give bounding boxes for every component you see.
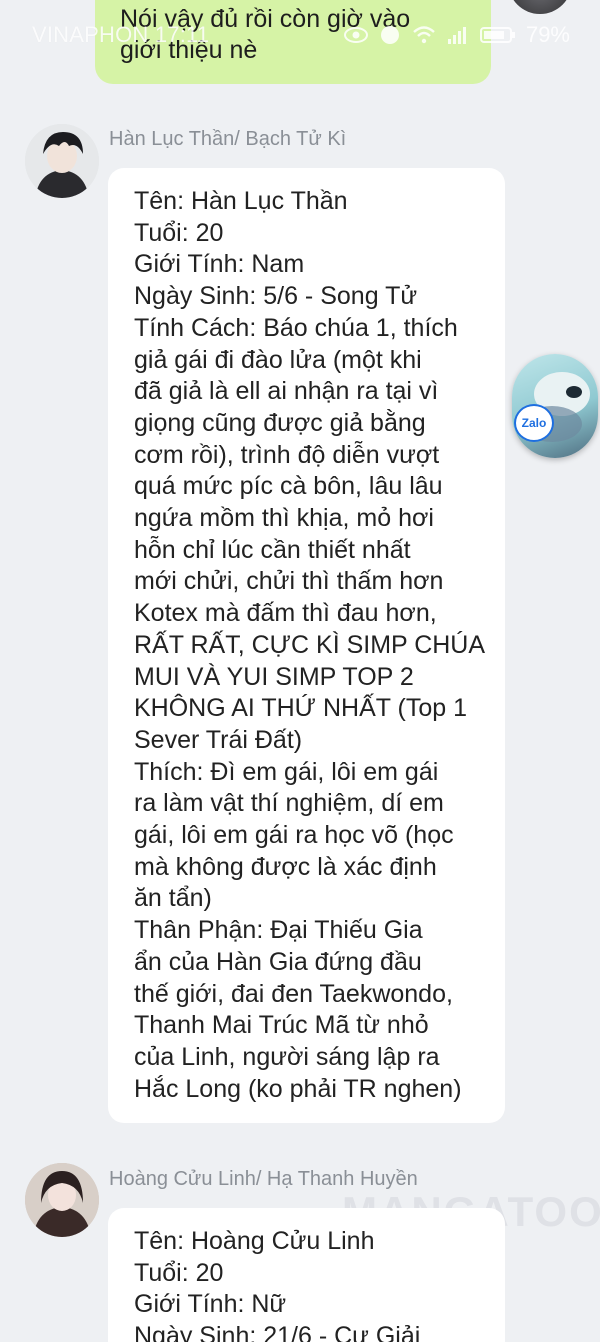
message-line: hỗn chỉ lúc cần thiết nhất (134, 535, 411, 564)
zalo-chat-head[interactable]: Zalo (512, 354, 598, 458)
message-line: Tên: Hàn Lục Thần (134, 187, 348, 215)
message-line: Thanh Mai Trúc Mã từ nhỏ (134, 1011, 429, 1040)
wifi-icon (413, 26, 435, 44)
message-line: gái, lôi em gái ra học võ (học (134, 821, 454, 850)
message-line: cơm rồi), trình độ diễn vượt (134, 440, 440, 469)
zalo-badge: Zalo (514, 404, 554, 442)
battery-icon (479, 27, 515, 43)
message-line: mới chửi, chửi thì thấm hơn (134, 567, 444, 596)
message-line: Giới Tính: Nữ (134, 1290, 287, 1319)
message-line: ra làm vật thí nghiệm, dí em (134, 789, 444, 818)
message-line: mà không được là xác định (134, 852, 437, 881)
message-line: ăn tẩn) (134, 884, 212, 913)
avatar[interactable] (25, 1163, 99, 1237)
messenger-icon (380, 26, 399, 44)
signal-icon (447, 27, 466, 44)
status-icons: 79% (343, 22, 570, 48)
message-line: Tuổi: 20 (134, 218, 224, 247)
avatar-portrait-icon (25, 124, 99, 198)
message-line: Thân Phận: Đại Thiếu Gia (134, 916, 423, 945)
message-line: Thích: Đì em gái, lôi em gái (134, 757, 439, 786)
status-bar: VINAPHON 17:11 79% (0, 18, 600, 54)
message-line: Giới Tính: Nam (134, 250, 305, 279)
message-line: Tuổi: 20 (134, 1258, 224, 1287)
message-line: thế giới, đai đen Taekwondo, (134, 979, 453, 1008)
battery-percent: 79% (525, 22, 570, 47)
message-line: RẤT RẤT, CỰC KÌ SIMP CHÚA (134, 630, 486, 659)
incoming-message-bubble[interactable]: Tên: Hàn Lục Thần Tuổi: 20 Giới Tính: Nam N… (108, 168, 505, 1123)
message-line: ngứa mồm thì khịa, mỏ hơi (134, 504, 434, 533)
message-line: Sever Trái Đất) (134, 725, 303, 754)
message-line: ẩn của Hàn Gia đứng đầu (134, 947, 422, 976)
message-line: đã giả là ell ai nhận ra tại vì (134, 377, 439, 406)
message-line: của Linh, người sáng lập ra (134, 1042, 440, 1071)
chat-screen: Nói vậy đủ rồi còn giờ vào giới thiệu nè… (0, 0, 600, 1342)
message-line: Hắc Long (ko phải TR nghen) (134, 1074, 462, 1103)
avatar[interactable] (25, 124, 99, 198)
message-line: quá mức píc cà bôn, lâu lâu (134, 472, 443, 501)
message-text: Tên: Hoàng Cửu Linh Tuổi: 20 Giới Tính: Nữ… (134, 1226, 495, 1342)
sender-name: Hàn Lục Thần/ Bạch Tử Kì (109, 128, 347, 150)
message-line: giả gái đi đào lửa (một khi (134, 345, 422, 374)
message-line: Kotex mà đấm thì đau hơn, (134, 599, 437, 628)
message-line: MUI VÀ YUI SIMP TOP 2 (134, 662, 414, 691)
carrier-time: VINAPHON 17:11 (32, 22, 210, 47)
avatar-top[interactable] (508, 0, 572, 14)
message-line: Ngày Sinh: 5/6 - Song Tử (134, 282, 418, 311)
eye-icon (343, 27, 368, 43)
message-line: Ngày Sinh: 21/6 - Cự Giải (134, 1322, 421, 1342)
message-text: Tên: Hàn Lục Thần Tuổi: 20 Giới Tính: Nam N… (134, 186, 495, 1105)
avatar-portrait-icon (25, 1163, 99, 1237)
message-line: KHÔNG AI THỨ NHẤT (Top 1 (134, 694, 468, 723)
message-line: giọng cũng được giả bằng (134, 408, 426, 437)
message-line: Tên: Hoàng Cửu Linh (134, 1227, 375, 1255)
message-line: Tính Cách: Báo chúa 1, thích (134, 313, 458, 342)
incoming-message-bubble[interactable]: Tên: Hoàng Cửu Linh Tuổi: 20 Giới Tính: Nữ… (108, 1208, 505, 1342)
